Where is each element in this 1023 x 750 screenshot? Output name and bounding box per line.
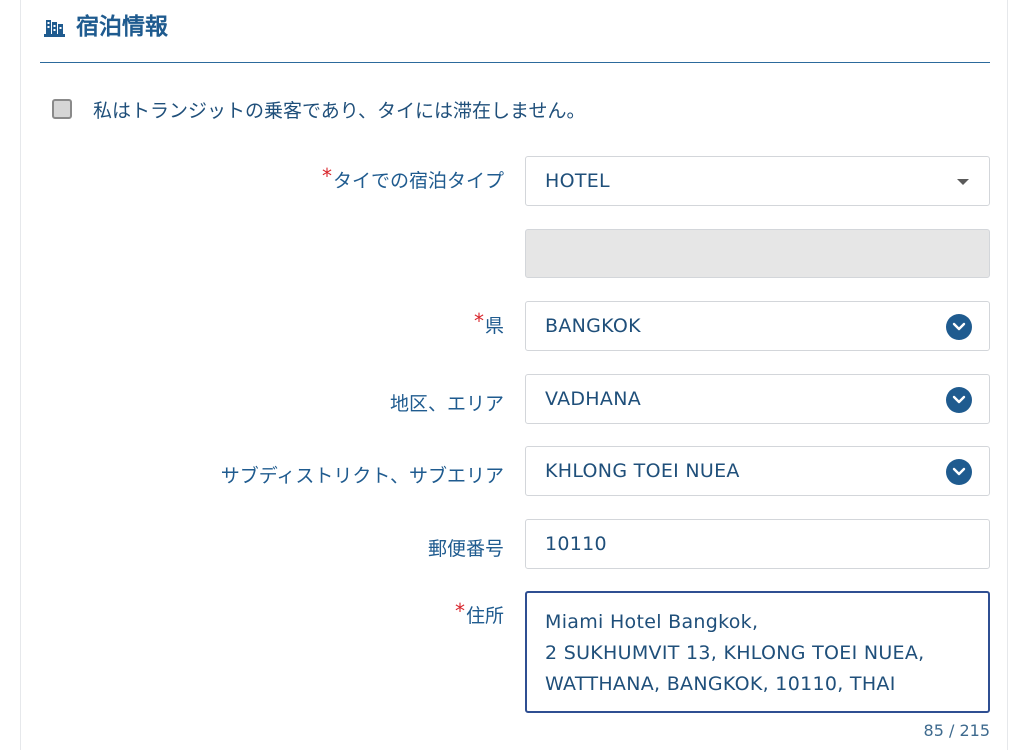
- required-marker: *: [454, 599, 465, 623]
- chevron-down-icon[interactable]: [946, 314, 972, 340]
- province-label: *県: [473, 309, 504, 337]
- postal-code-value: 10110: [545, 533, 607, 555]
- district-value: VADHANA: [545, 388, 642, 410]
- char-counter: 85 / 215: [923, 721, 990, 740]
- section-title: 宿泊情報: [76, 14, 168, 40]
- postal-code-input[interactable]: 10110: [525, 519, 990, 569]
- address-line: 2 SUKHUMVIT 13, KHLONG TOEI NUEA,: [545, 642, 925, 664]
- postal-code-label: 郵便番号: [427, 538, 504, 560]
- transit-option[interactable]: 私はトランジットの乗客であり、タイには滞在しません。: [52, 96, 585, 122]
- accommodation-type-label: *タイでの宿泊タイプ: [321, 164, 504, 192]
- subdistrict-label: サブディストリクト、サブエリア: [220, 465, 504, 487]
- required-marker: *: [321, 164, 332, 188]
- accommodation-page: 宿泊情報 私はトランジットの乗客であり、タイには滞在しません。 *タイでの宿泊タ…: [0, 0, 1023, 750]
- section-header: 宿泊情報: [40, 0, 990, 63]
- province-value: BANGKOK: [545, 315, 641, 337]
- accommodation-type-select[interactable]: HOTEL: [525, 156, 990, 206]
- hotel-icon: [42, 16, 66, 40]
- transit-checkbox[interactable]: [52, 99, 72, 119]
- chevron-down-icon[interactable]: [946, 387, 972, 413]
- address-textarea[interactable]: Miami Hotel Bangkok, 2 SUKHUMVIT 13, KHL…: [525, 591, 990, 713]
- district-label: 地区、エリア: [389, 393, 504, 415]
- accommodation-detail-field: [525, 229, 990, 278]
- accommodation-type-value: HOTEL: [545, 170, 610, 192]
- transit-checkbox-label: 私はトランジットの乗客であり、タイには滞在しません。: [93, 99, 586, 122]
- required-marker: *: [473, 309, 484, 333]
- province-select[interactable]: BANGKOK: [525, 301, 990, 351]
- address-line: Miami Hotel Bangkok,: [545, 611, 759, 633]
- caret-down-icon: [957, 179, 969, 185]
- address-label: *住所: [454, 599, 504, 627]
- district-select[interactable]: VADHANA: [525, 374, 990, 424]
- subdistrict-value: KHLONG TOEI NUEA: [545, 460, 740, 482]
- address-line: WATTHANA, BANGKOK, 10110, THAI: [545, 673, 896, 695]
- subdistrict-select[interactable]: KHLONG TOEI NUEA: [525, 446, 990, 496]
- chevron-down-icon[interactable]: [946, 459, 972, 485]
